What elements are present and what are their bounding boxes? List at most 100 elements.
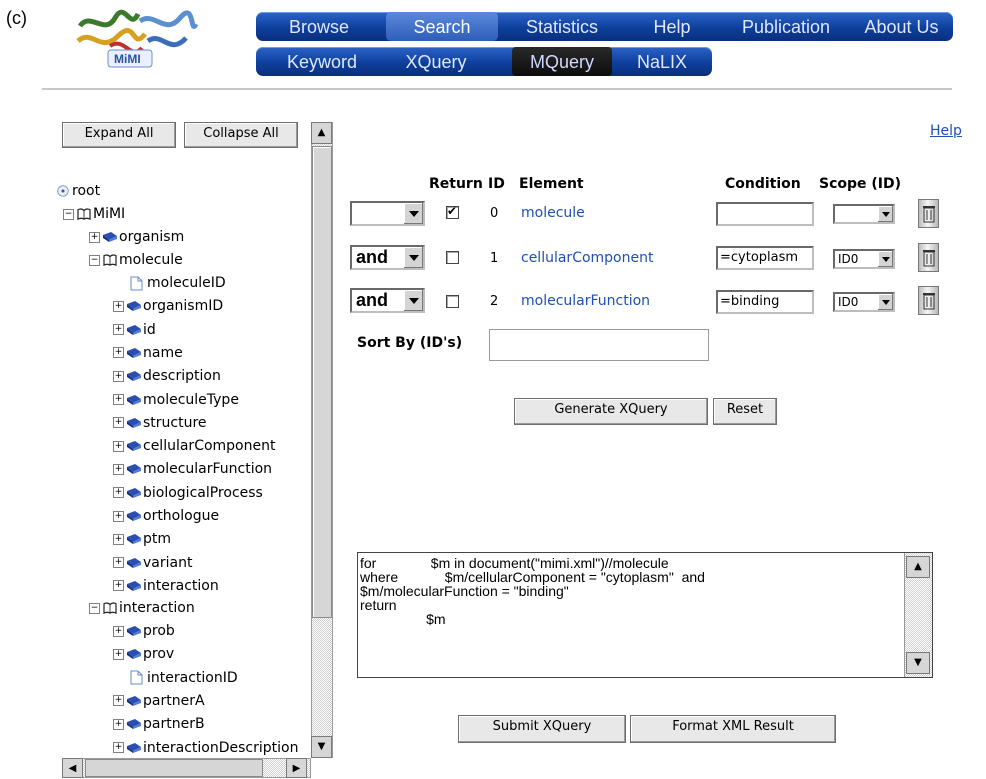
tree-hscroll-thumb[interactable] [85,759,263,777]
expand-plus-icon[interactable]: + [113,300,124,312]
tree-node-interactionDescription[interactable]: + interactionDescription [113,737,298,759]
scroll-up-arrow-icon[interactable]: ▲ [906,556,930,578]
expand-plus-icon[interactable]: + [113,742,124,753]
nav-search[interactable]: Search [386,12,498,41]
tree-node-moleculeID[interactable]: moleculeID [130,272,226,294]
operator-select[interactable]: and [350,288,425,313]
return-checkbox[interactable] [446,251,459,264]
expand-plus-icon[interactable]: + [113,417,124,429]
expand-plus-icon[interactable]: + [113,580,124,592]
expand-plus-icon[interactable]: + [113,533,124,545]
open-book-icon [102,252,119,268]
condition-input[interactable]: =binding [716,290,814,314]
dropdown-arrow-icon[interactable] [878,206,893,222]
element-name[interactable]: cellularComponent [521,250,653,266]
nav-publication[interactable]: Publication [726,12,846,41]
expand-plus-icon[interactable]: + [113,695,124,707]
tree-node-id[interactable]: + id [113,319,156,341]
scope-select[interactable]: ID0 [833,292,895,312]
reset-button[interactable]: Reset [713,398,777,425]
scroll-down-arrow-icon[interactable]: ▼ [311,736,332,758]
tree-node-prob[interactable]: + prob [113,620,175,642]
scope-select[interactable] [833,204,895,224]
collapse-minus-icon[interactable]: − [63,208,74,220]
return-checkbox[interactable] [446,204,459,219]
tree-node-interaction[interactable]: − interaction [89,597,195,619]
tree-node-molecularFunction[interactable]: + molecularFunction [113,458,272,480]
tree-root[interactable]: root [55,180,100,202]
scroll-left-arrow-icon[interactable]: ◀ [62,758,83,778]
book-icon [126,508,143,524]
row-id: 0 [490,206,499,221]
scroll-up-arrow-icon[interactable]: ▲ [311,122,332,144]
collapse-minus-icon[interactable]: − [89,254,100,266]
nav-statistics[interactable]: Statistics [506,12,618,41]
nav-about-us[interactable]: About Us [854,12,949,41]
delete-row-trash-icon[interactable] [918,286,939,315]
return-checkbox[interactable] [446,295,459,308]
tree-scroll-thumb[interactable] [312,146,332,618]
expand-plus-icon[interactable]: + [113,370,124,382]
expand-plus-icon[interactable]: + [113,463,124,475]
condition-input[interactable]: =cytoplasm [716,246,814,270]
scope-select[interactable]: ID0 [833,249,895,269]
nav-help[interactable]: Help [636,12,708,41]
dropdown-arrow-icon[interactable] [403,290,423,311]
scroll-down-arrow-icon[interactable]: ▼ [906,652,930,674]
collapse-minus-icon[interactable]: − [89,602,100,614]
tree-node-organism[interactable]: + organism [89,226,184,248]
delete-row-trash-icon[interactable] [918,199,939,228]
dropdown-arrow-icon[interactable] [878,251,893,267]
expand-plus-icon[interactable]: + [113,487,124,499]
book-icon [126,345,143,361]
scroll-right-arrow-icon[interactable]: ▶ [286,758,307,778]
expand-plus-icon[interactable]: + [113,557,124,569]
dropdown-arrow-icon[interactable] [403,203,423,224]
expand-plus-icon[interactable]: + [113,718,124,730]
xquery-textarea[interactable]: for $m in document("mimi.xml")//molecule… [357,552,933,678]
tree-node-variant[interactable]: + variant [113,552,192,574]
dropdown-arrow-icon[interactable] [403,247,423,268]
tree-node-label: partnerA [143,692,205,709]
tree-node-moleculeType[interactable]: + moleculeType [113,389,239,411]
sort-by-input[interactable] [489,329,709,361]
operator-select[interactable] [350,201,425,226]
tree-node-molecule[interactable]: − molecule [89,249,183,271]
tree-node-structure[interactable]: + structure [113,412,207,434]
tree-node-partnerA[interactable]: + partnerA [113,690,205,712]
expand-plus-icon[interactable]: + [113,440,124,452]
expand-plus-icon[interactable]: + [113,625,124,637]
book-icon [126,716,143,732]
element-name[interactable]: molecule [521,205,585,221]
help-link[interactable]: Help [930,123,962,139]
tree-node-mimi[interactable]: − MiMI [63,203,125,225]
expand-plus-icon[interactable]: + [113,510,124,522]
tree-node-cellularComponent[interactable]: + cellularComponent [113,435,275,457]
dropdown-arrow-icon[interactable] [878,294,893,310]
tree-node-partnerB[interactable]: + partnerB [113,713,205,735]
subnav-nalix[interactable]: NaLIX [626,47,698,76]
tree-node-biologicalProcess[interactable]: + biologicalProcess [113,482,263,504]
expand-plus-icon[interactable]: + [113,324,124,336]
expand-plus-icon[interactable]: + [113,648,124,660]
condition-input[interactable] [716,202,814,226]
expand-plus-icon[interactable]: + [113,347,124,359]
tree-node-name[interactable]: + name [113,342,183,364]
element-name[interactable]: molecularFunction [521,293,650,309]
tree-node-description[interactable]: + description [113,365,221,387]
generate-xquery-button[interactable]: Generate XQuery [514,398,708,425]
tree-node-ptm[interactable]: + ptm [113,528,171,550]
subnav-xquery[interactable]: XQuery [386,47,486,76]
tree-node-prov[interactable]: + prov [113,643,174,665]
format-xml-result-button[interactable]: Format XML Result [630,715,836,743]
delete-row-trash-icon[interactable] [918,243,939,272]
tree-node-interaction[interactable]: + interaction [113,575,219,597]
expand-plus-icon[interactable]: + [89,231,100,243]
tree-node-orthologue[interactable]: + orthologue [113,505,219,527]
subnav-mquery[interactable]: MQuery [512,47,612,76]
operator-select[interactable]: and [350,245,425,270]
expand-plus-icon[interactable]: + [113,394,124,405]
submit-xquery-button[interactable]: Submit XQuery [458,715,626,743]
tree-node-interactionID[interactable]: interactionID [130,667,238,689]
tree-node-organismID[interactable]: + organismID [113,295,223,317]
